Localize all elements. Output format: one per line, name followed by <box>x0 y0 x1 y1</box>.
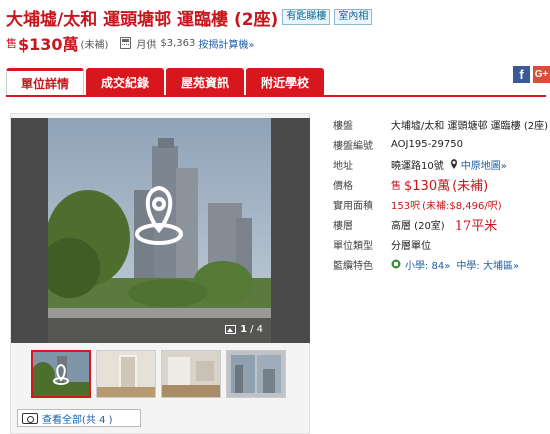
street-view-image <box>48 118 271 343</box>
gallery-prev-area[interactable] <box>11 118 48 343</box>
photo-counter-bar: 1 / 4 <box>48 318 271 343</box>
listing-header: 大埔墟/太和 運頭塘邨 運臨樓 (2座) 有匙睇樓 室內相 <box>6 6 373 30</box>
code-label: 樓盤編號 <box>333 140 373 152</box>
price-note: (未補) <box>80 39 109 51</box>
detail-price-note: (未補) <box>452 178 489 194</box>
detail-price-prefix: 售 <box>391 180 401 192</box>
tab-estate-info[interactable]: 屋苑資訊 <box>166 68 244 96</box>
price-prefix: 售 <box>6 37 17 50</box>
thumbnail-3[interactable] <box>161 350 221 398</box>
tab-transactions[interactable]: 成交紀錄 <box>86 68 164 96</box>
price-summary: 售 $130萬 (未補) 月供 $3,363 按揭計算機» <box>6 33 254 54</box>
detail-price-amount: $130萬 <box>404 178 451 194</box>
detail-row-estate: 樓盤 大埔墟/太和 運頭塘邨 運臨樓 (2座) <box>333 114 548 134</box>
unit-details-panel: 樓盤 大埔墟/太和 運頭塘邨 運臨樓 (2座) 樓盤編號 AOJ195-2975… <box>333 114 548 274</box>
detail-row-features: 籃纜特色 小學: 84» 中學: 大埔區» <box>333 254 548 274</box>
google-plus-share-icon[interactable]: G+ <box>533 66 550 83</box>
map-pin-icon <box>450 159 457 169</box>
calculator-icon <box>120 37 132 49</box>
estate-label: 樓盤 <box>333 120 353 132</box>
detail-row-floor: 樓層 高層 (20室) 17平米 <box>333 214 548 234</box>
type-value: 分層單位 <box>391 240 431 252</box>
address-text: 曉運路10號 <box>391 160 444 172</box>
address-value: 曉運路10號 中原地圖» <box>391 157 507 172</box>
price-value: 售 $130萬 (未補) <box>391 175 488 194</box>
feature-value: 小學: 84» 中學: 大埔區» <box>391 257 519 272</box>
price-amount: $130萬 <box>18 35 79 54</box>
code-value: AOJ195-29750 <box>391 138 463 150</box>
area-value: 153呎 (未補:$8,496/呎) <box>391 197 502 212</box>
view-all-label: 查看全部(共 4 ) <box>42 414 113 426</box>
photo-gallery: 1 / 4 查看全部(共 4) <box>10 113 310 434</box>
tab-underline <box>6 95 546 97</box>
tag-interior-photos: 室內相 <box>334 9 373 25</box>
type-label: 單位類型 <box>333 240 373 252</box>
thumbnail-1[interactable] <box>31 350 91 398</box>
main-photo[interactable]: 1 / 4 <box>48 118 271 343</box>
secondary-school-link[interactable]: 中學: 大埔區» <box>456 257 519 272</box>
thumbnail-room-image <box>162 351 220 397</box>
tag-key-available: 有匙睇樓 <box>282 9 331 25</box>
thumbnail-2[interactable] <box>96 350 156 398</box>
photo-counter: 1 / 4 <box>225 324 263 335</box>
detail-row-price: 價格 售 $130萬 (未補) <box>333 174 548 194</box>
address-label: 地址 <box>333 160 353 172</box>
monthly-label: 月供 <box>136 39 157 51</box>
gallery-next-area[interactable] <box>271 118 310 343</box>
floor-value: 高層 (20室) 17平米 <box>391 215 497 234</box>
area-label: 實用面積 <box>333 200 373 212</box>
handwritten-note: 17平米 <box>454 218 498 234</box>
camera-icon <box>22 412 38 424</box>
thumbnail-streetview-image <box>33 352 89 396</box>
monthly-value: $3,363 <box>160 37 196 49</box>
detail-row-area: 實用面積 153呎 (未補:$8,496/呎) <box>333 194 548 214</box>
detail-row-type: 單位類型 分層單位 <box>333 234 548 254</box>
photo-counter-total: / 4 <box>250 324 263 335</box>
floor-text: 高層 (20室) <box>391 220 445 232</box>
page-title: 大埔墟/太和 運頭塘邨 運臨樓 (2座) <box>6 9 279 30</box>
price-label: 價格 <box>333 180 353 192</box>
image-icon <box>225 325 237 334</box>
mortgage-calculator-link[interactable]: 按揭計算機» <box>198 36 254 51</box>
thumbnail-4[interactable] <box>226 350 286 398</box>
tab-bar: 單位詳情 成交紀錄 屋苑資訊 附近學校 <box>6 68 326 96</box>
primary-school-link[interactable]: 小學: 84» <box>405 257 450 272</box>
tab-unit-details[interactable]: 單位詳情 <box>6 68 84 96</box>
facebook-share-icon[interactable]: f <box>513 66 530 83</box>
detail-row-address: 地址 曉運路10號 中原地圖» <box>333 154 548 174</box>
thumbnail-window-image <box>227 351 285 397</box>
photo-counter-current: 1 <box>240 324 248 335</box>
school-icon <box>391 259 401 269</box>
thumbnail-strip <box>31 350 291 398</box>
estate-value: 大埔墟/太和 運頭塘邨 運臨樓 (2座) <box>390 120 548 132</box>
map-link[interactable]: 中原地圖» <box>461 157 507 172</box>
feature-label: 籃纜特色 <box>333 260 373 272</box>
view-all-photos-button[interactable]: 查看全部(共 4 ) <box>17 409 141 427</box>
floor-label: 樓層 <box>333 220 353 232</box>
thumbnail-room-image <box>97 351 155 397</box>
tab-nearby-schools[interactable]: 附近學校 <box>246 68 324 96</box>
detail-row-code: 樓盤編號 AOJ195-29750 <box>333 134 548 154</box>
area-note: (未補:$8,496/呎) <box>422 200 502 212</box>
area-number: 153呎 <box>391 200 421 212</box>
